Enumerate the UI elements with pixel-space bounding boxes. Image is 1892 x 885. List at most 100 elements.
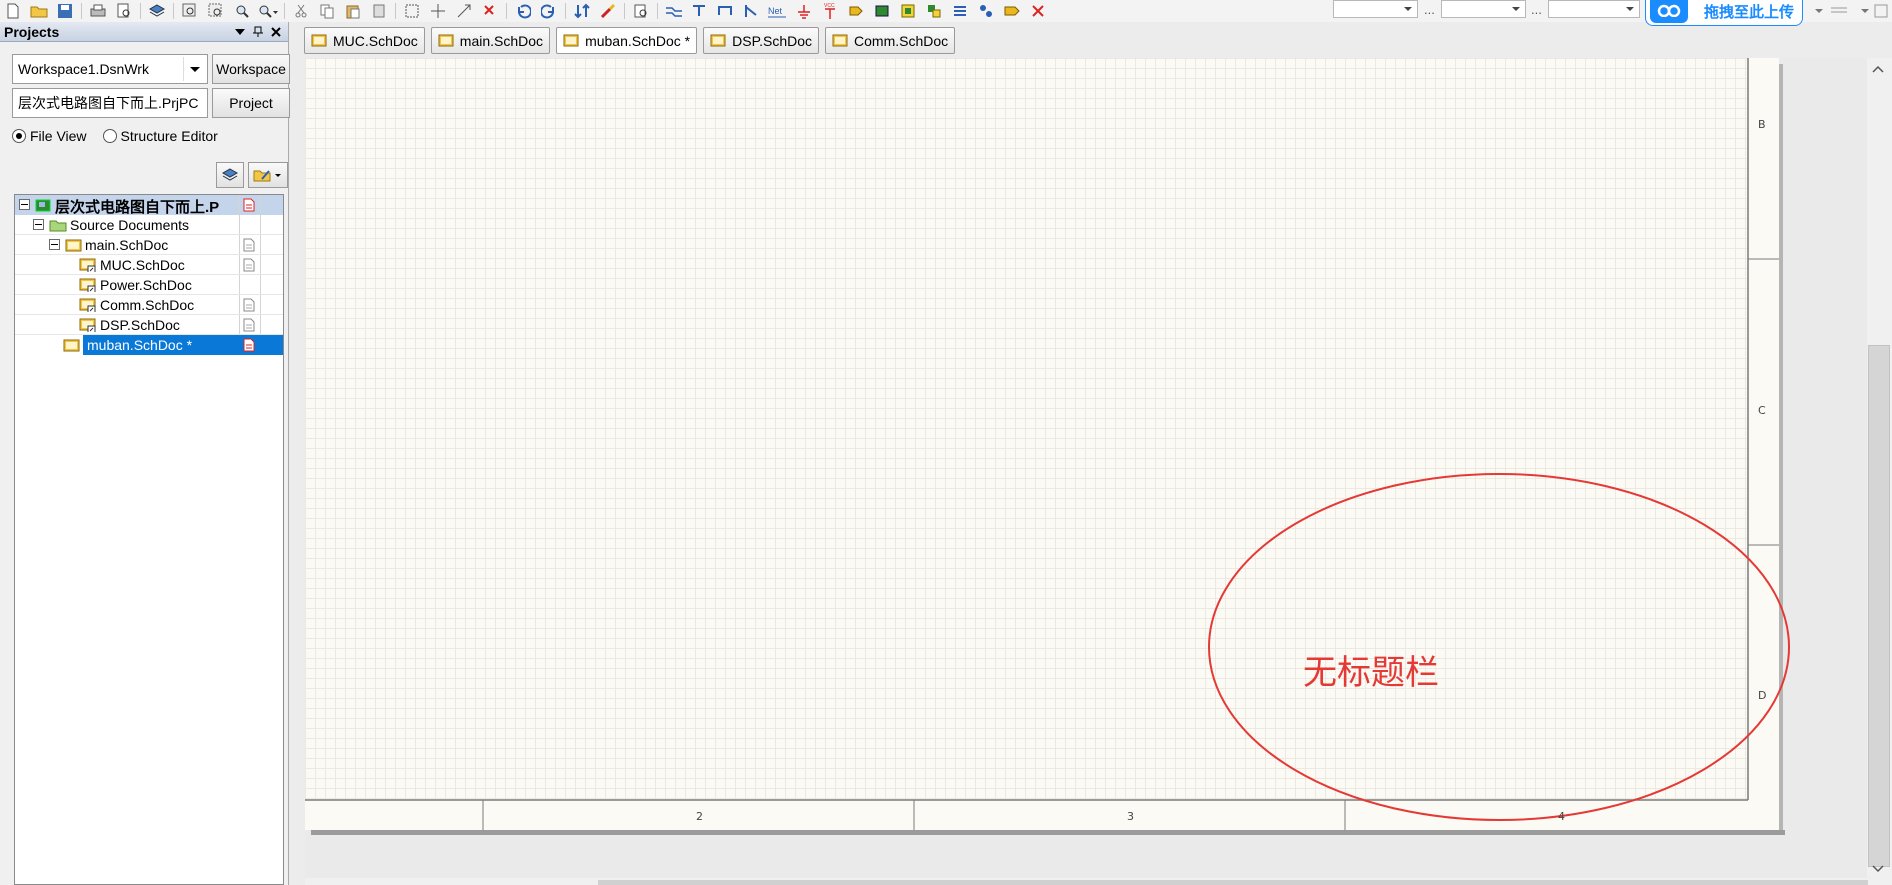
tab-label: main.SchDoc bbox=[459, 32, 544, 49]
project-button[interactable]: Project bbox=[212, 88, 290, 118]
tab-main[interactable]: main.SchDoc bbox=[430, 27, 551, 54]
tab-muban[interactable]: muban.SchDoc * bbox=[556, 27, 698, 54]
deselect-icon[interactable] bbox=[477, 0, 503, 22]
svg-text:VCC: VCC bbox=[824, 3, 835, 9]
zoom-dropdown-icon[interactable] bbox=[255, 0, 281, 22]
zoom-area-icon[interactable] bbox=[203, 0, 229, 22]
tree-row-main[interactable]: main.SchDoc bbox=[15, 235, 283, 255]
project-options-button[interactable] bbox=[248, 162, 288, 188]
scroll-down-icon[interactable] bbox=[1869, 862, 1887, 876]
pin-icon[interactable] bbox=[250, 24, 266, 40]
column-divider bbox=[239, 315, 240, 335]
file-view-radio[interactable] bbox=[12, 129, 26, 143]
select-area-icon[interactable] bbox=[399, 0, 425, 22]
structure-editor-radio[interactable] bbox=[102, 129, 117, 143]
tree-row-muban[interactable]: muban.SchDoc * bbox=[15, 335, 283, 355]
place-net-label-icon[interactable]: Net bbox=[765, 0, 791, 22]
tree-row-power[interactable]: Power.SchDoc bbox=[15, 275, 283, 295]
place-device-sheet-icon[interactable] bbox=[921, 0, 947, 22]
place-wire-icon[interactable] bbox=[661, 0, 687, 22]
open-folder-icon[interactable] bbox=[26, 0, 52, 22]
collapse-icon[interactable] bbox=[19, 199, 30, 210]
workspace-button[interactable]: Workspace bbox=[212, 54, 290, 84]
toolbar-separator bbox=[140, 3, 141, 19]
vcc-icon[interactable]: VCC bbox=[817, 0, 843, 22]
tree-row-muc[interactable]: MUC.SchDoc bbox=[15, 255, 283, 275]
tab-dsp[interactable]: DSP.SchDoc bbox=[703, 27, 820, 54]
place-sheet-symbol-icon[interactable] bbox=[869, 0, 895, 22]
place-part-icon[interactable] bbox=[843, 0, 869, 22]
tree-row-dsp[interactable]: DSP.SchDoc bbox=[15, 315, 283, 335]
schematic-doc-icon bbox=[832, 34, 848, 47]
zoom-fit-icon[interactable] bbox=[177, 0, 203, 22]
tree-row-comm[interactable]: Comm.SchDoc bbox=[15, 295, 283, 315]
drag-upload-button[interactable]: 拖拽至此上传 bbox=[1645, 0, 1803, 26]
place-no-erc-icon[interactable] bbox=[973, 0, 999, 22]
document-modified-icon bbox=[243, 338, 255, 352]
copy-icon[interactable] bbox=[314, 0, 340, 22]
cross-probe-icon[interactable] bbox=[595, 0, 621, 22]
place-sheet-entry-icon[interactable] bbox=[895, 0, 921, 22]
zoom-selected-icon[interactable] bbox=[229, 0, 255, 22]
toolbar-combo-1[interactable] bbox=[1333, 0, 1418, 18]
print-icon[interactable] bbox=[85, 0, 111, 22]
schematic-doc-icon bbox=[65, 239, 82, 252]
panel-menu-icon[interactable] bbox=[232, 24, 248, 40]
workspace-select[interactable]: Workspace1.DsnWrk bbox=[12, 54, 208, 84]
toolbar-combo-2[interactable] bbox=[1441, 0, 1526, 18]
chevron-down-icon[interactable] bbox=[183, 57, 205, 81]
schematic-link-icon bbox=[79, 318, 96, 332]
select-cross-icon[interactable] bbox=[451, 0, 477, 22]
place-signal-harness-icon[interactable] bbox=[713, 0, 739, 22]
place-port-icon[interactable] bbox=[947, 0, 973, 22]
move-icon[interactable] bbox=[425, 0, 451, 22]
vertical-scroll-thumb[interactable] bbox=[1868, 345, 1890, 867]
tree-row-project[interactable]: 层次式电路图自下而上.P bbox=[15, 195, 283, 216]
place-bus-entry-icon[interactable] bbox=[739, 0, 765, 22]
panel-icon-buttons bbox=[212, 162, 288, 188]
tab-muc[interactable]: MUC.SchDoc bbox=[304, 27, 425, 54]
paste-icon[interactable] bbox=[340, 0, 366, 22]
redo-icon[interactable] bbox=[536, 0, 562, 22]
collapse-icon[interactable] bbox=[33, 219, 44, 230]
toolbar-separator bbox=[657, 3, 658, 19]
rubber-stamp-icon[interactable] bbox=[366, 0, 392, 22]
undo-icon[interactable] bbox=[510, 0, 536, 22]
collapse-icon[interactable] bbox=[49, 239, 60, 250]
toolbar-separator bbox=[81, 3, 82, 19]
print-preview-icon[interactable] bbox=[111, 0, 137, 22]
toolbar-combo-3[interactable] bbox=[1548, 0, 1640, 18]
project-field[interactable]: 层次式电路图自下而上.PrjPC bbox=[12, 88, 208, 118]
new-document-icon[interactable] bbox=[0, 0, 26, 22]
tree-row-folder[interactable]: Source Documents bbox=[15, 215, 283, 235]
column-divider bbox=[260, 255, 261, 275]
window-frame-icon[interactable] bbox=[1868, 0, 1892, 22]
horizontal-scroll-thumb[interactable] bbox=[598, 880, 1868, 885]
tree-item-label: MUC.SchDoc bbox=[100, 257, 185, 273]
column-divider bbox=[260, 235, 261, 255]
folder-icon bbox=[49, 220, 67, 232]
hierarchy-up-down-icon[interactable] bbox=[569, 0, 595, 22]
toolbar-separator bbox=[506, 3, 507, 19]
close-red-x-icon[interactable] bbox=[1025, 0, 1051, 22]
compile-icon[interactable] bbox=[628, 0, 654, 22]
tree-item-label: Comm.SchDoc bbox=[100, 297, 195, 313]
toolbar-dots-1: ... bbox=[1424, 2, 1435, 17]
tab-comm[interactable]: Comm.SchDoc bbox=[825, 27, 956, 54]
cut-icon[interactable] bbox=[288, 0, 314, 22]
scroll-up-icon[interactable] bbox=[1869, 62, 1887, 76]
close-icon[interactable] bbox=[268, 24, 284, 40]
layers-icon[interactable] bbox=[144, 0, 170, 22]
list-menu-icon[interactable] bbox=[1826, 0, 1852, 22]
sheet-shadow-bottom bbox=[311, 830, 1785, 835]
schematic-sheet[interactable] bbox=[305, 58, 1779, 830]
upload-label: 拖拽至此上传 bbox=[1704, 3, 1795, 21]
ground-icon[interactable] bbox=[791, 0, 817, 22]
place-bus-icon[interactable] bbox=[687, 0, 713, 22]
layers-icon bbox=[221, 168, 239, 181]
tree-item-label: main.SchDoc bbox=[85, 237, 169, 253]
column-label-3: 3 bbox=[1127, 810, 1134, 823]
workspace-layers-button[interactable] bbox=[216, 162, 244, 188]
save-icon[interactable] bbox=[52, 0, 78, 22]
place-directive-icon[interactable] bbox=[999, 0, 1025, 22]
